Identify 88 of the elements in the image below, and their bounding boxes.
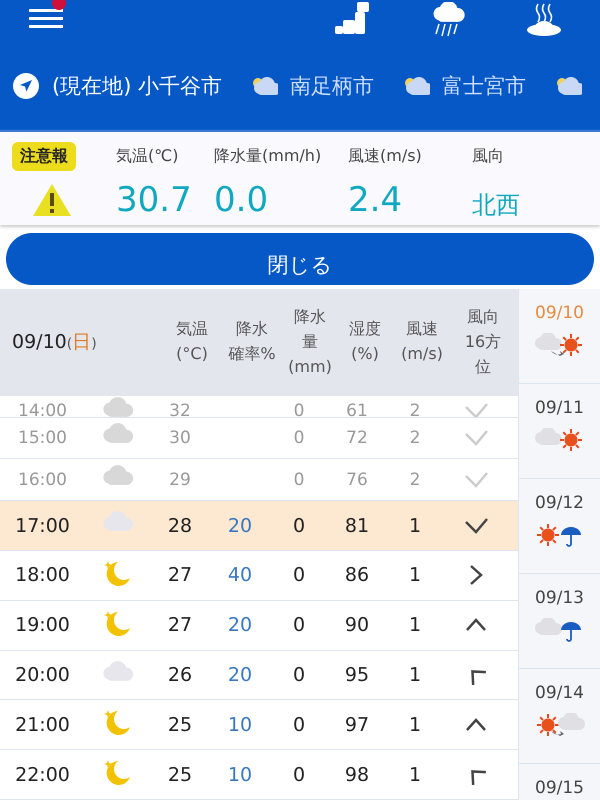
day-tab[interactable]: 09/13 bbox=[519, 574, 600, 669]
day-tab[interactable]: 09/15 bbox=[519, 764, 600, 800]
wind-speed-cell-text: 1 bbox=[408, 564, 422, 586]
precipitation-probability-cell-text: 20 bbox=[226, 614, 254, 636]
precipitation-amount-cell-text: 0 bbox=[292, 614, 306, 636]
precipitation-probability-cell-text: 20 bbox=[226, 514, 254, 537]
precipitation-amount-cell-text: 0 bbox=[292, 764, 306, 786]
precipitation-amount-cell-text: 0 bbox=[292, 401, 306, 416]
wind-speed-cell-text: 1 bbox=[408, 614, 422, 636]
precipitation-amount-cell-text: 0 bbox=[292, 470, 306, 490]
precipitation-amount-cell-text: 0 bbox=[292, 714, 306, 736]
alert-badge: 注意報 bbox=[12, 142, 76, 171]
close-button[interactable]: 閉じる bbox=[6, 233, 594, 285]
reading-label: 風向 bbox=[472, 146, 505, 167]
date-label: 09/10 bbox=[12, 331, 67, 354]
column-header: 降水 bbox=[236, 318, 268, 340]
day-tab[interactable]: 09/12 bbox=[519, 479, 600, 574]
time-cell-text: 21:00 bbox=[14, 714, 71, 736]
precipitation-probability-cell-text: 10 bbox=[226, 764, 254, 786]
temperature-cell-text: 25 bbox=[166, 764, 194, 786]
time-cell-text: 14:00 bbox=[17, 401, 68, 416]
temperature-cell-text: 28 bbox=[166, 514, 194, 537]
precipitation-amount-cell-text: 0 bbox=[292, 514, 306, 537]
precipitation-probability-cell-text: 40 bbox=[226, 564, 254, 586]
wind-speed-cell-text: 1 bbox=[408, 764, 422, 786]
column-header: 気温 bbox=[176, 318, 208, 340]
reading-value: 30.7 bbox=[116, 180, 193, 220]
day-tab[interactable]: 09/14 bbox=[519, 669, 600, 764]
reading-value: 2.4 bbox=[348, 180, 404, 220]
humidity-cell-text: 61 bbox=[345, 401, 369, 416]
time-cell-text: 16:00 bbox=[17, 470, 68, 490]
weekday-label: 日 bbox=[72, 330, 92, 356]
wind-speed-cell-text: 1 bbox=[408, 664, 422, 686]
humidity-cell-text: 76 bbox=[345, 470, 369, 490]
weekday-paren: ( bbox=[66, 336, 72, 352]
column-header: (m/s) bbox=[401, 343, 443, 366]
time-cell-text: 20:00 bbox=[14, 664, 71, 686]
location-tab[interactable]: 南足柄市 bbox=[248, 72, 374, 100]
humidity-cell-text: 81 bbox=[344, 514, 370, 537]
humidity-cell-text: 72 bbox=[345, 428, 369, 448]
column-header: 風向 bbox=[467, 306, 499, 328]
humidity-cell-text: 98 bbox=[344, 764, 370, 786]
time-cell-text: 22:00 bbox=[14, 764, 71, 786]
wind-speed-cell-text: 2 bbox=[408, 470, 422, 490]
temperature-cell-text: 27 bbox=[166, 564, 194, 586]
weekday-paren: ) bbox=[91, 336, 97, 352]
temperature-cell-text: 26 bbox=[166, 664, 194, 686]
reading-value: 北西 bbox=[472, 190, 521, 221]
column-header: (°C) bbox=[176, 343, 208, 366]
reading-label: 降水量(mm/h) bbox=[214, 146, 322, 167]
reading-value: 0.0 bbox=[214, 180, 270, 220]
time-cell-text: 18:00 bbox=[14, 564, 71, 586]
precipitation-probability-cell-text: 20 bbox=[226, 664, 254, 686]
wind-speed-cell-text: 2 bbox=[408, 401, 422, 416]
column-header: 確率% bbox=[228, 343, 276, 366]
column-header: 降水 bbox=[294, 306, 326, 328]
location-tab[interactable]: (現在地) 小千谷市 bbox=[12, 72, 222, 100]
temperature-cell-text: 32 bbox=[168, 401, 192, 416]
location-tab[interactable]: 富士宮市 bbox=[400, 72, 526, 100]
precipitation-amount-cell-text: 0 bbox=[292, 564, 306, 586]
time-cell-text: 19:00 bbox=[14, 614, 71, 636]
humidity-cell-text: 90 bbox=[344, 614, 370, 636]
humidity-cell-text: 95 bbox=[344, 664, 370, 686]
reading-label: 風速(m/s) bbox=[348, 146, 423, 167]
humidity-cell-text: 97 bbox=[344, 714, 370, 736]
warning-icon bbox=[32, 183, 72, 217]
wind-speed-cell-text: 1 bbox=[408, 714, 422, 736]
reading-label: 気温(℃) bbox=[116, 146, 180, 167]
column-header: 位 bbox=[475, 356, 491, 378]
time-cell-text: 15:00 bbox=[17, 428, 68, 448]
temperature-cell-text: 27 bbox=[166, 614, 194, 636]
wind-speed-cell-text: 1 bbox=[408, 514, 422, 537]
temperature-cell-text: 25 bbox=[166, 714, 194, 736]
humidity-cell-text: 86 bbox=[344, 564, 370, 586]
column-header: 量 bbox=[302, 330, 318, 353]
wind-speed-cell-text: 2 bbox=[408, 428, 422, 448]
precipitation-probability-cell-text: 10 bbox=[226, 714, 254, 736]
column-header: (mm) bbox=[288, 356, 332, 378]
time-cell-text: 17:00 bbox=[14, 514, 71, 537]
precipitation-amount-cell-text: 0 bbox=[292, 428, 306, 448]
temperature-cell-text: 30 bbox=[168, 428, 192, 448]
column-header: 16方 bbox=[464, 330, 502, 353]
column-header: 風速 bbox=[406, 318, 438, 340]
precipitation-amount-cell-text: 0 bbox=[292, 664, 306, 686]
temperature-cell-text: 29 bbox=[168, 470, 192, 490]
day-tab[interactable]: 09/11 bbox=[519, 384, 600, 479]
column-header: 湿度 bbox=[349, 318, 381, 340]
column-header: (%) bbox=[351, 343, 379, 366]
